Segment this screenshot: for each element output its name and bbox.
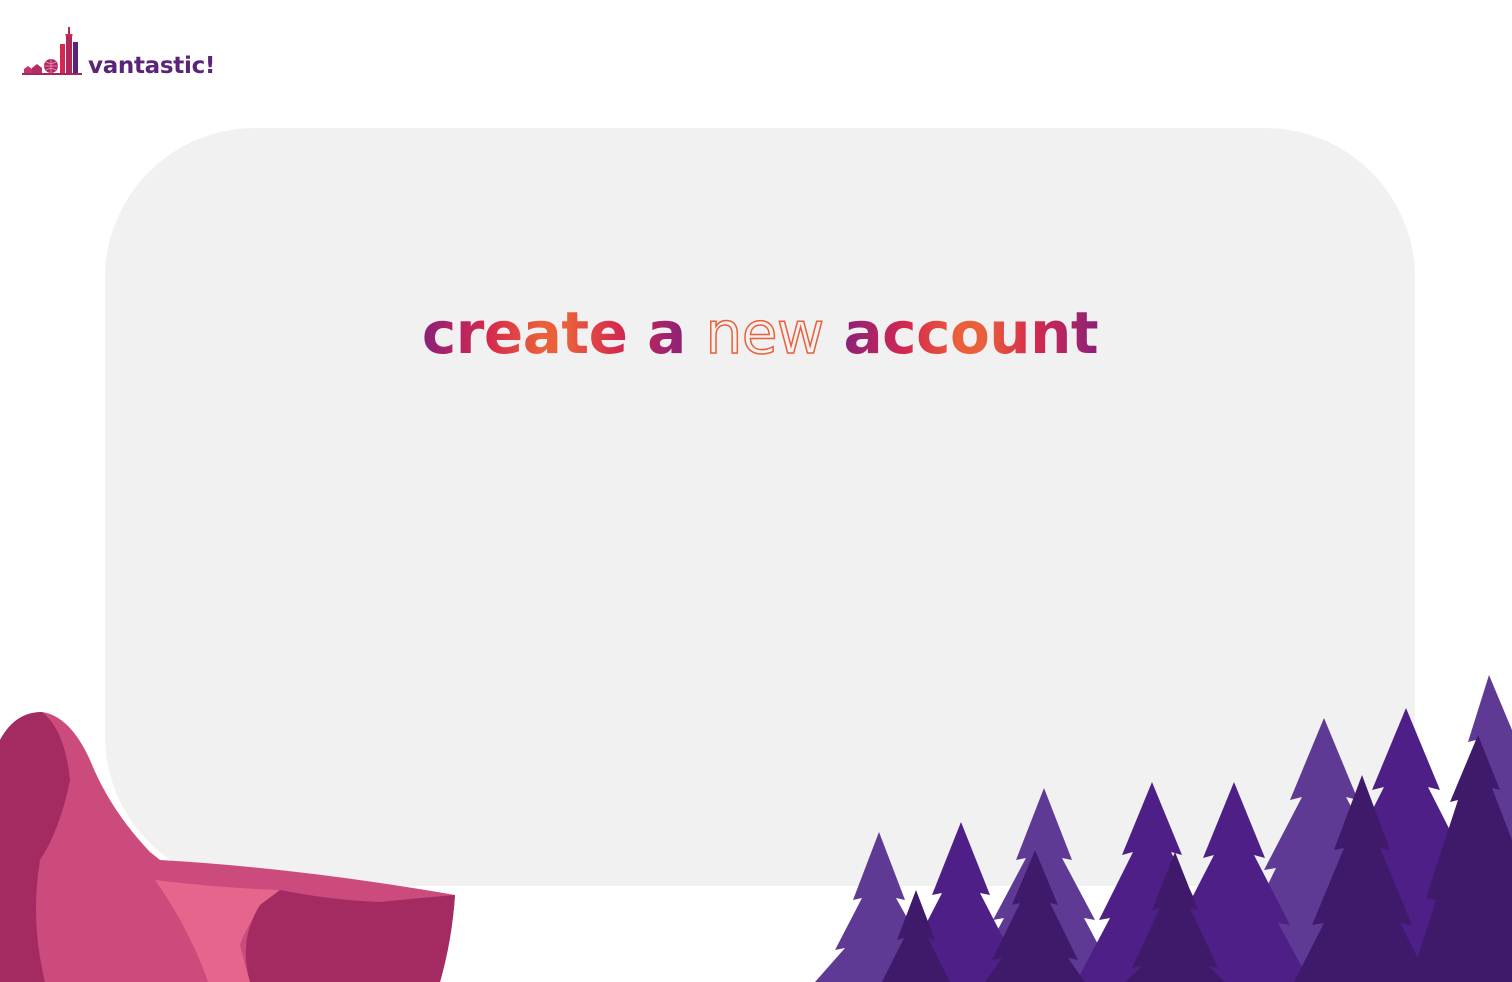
city-skyline-icon <box>22 27 82 75</box>
page-title: create a new account <box>105 298 1415 368</box>
signup-card <box>105 128 1415 886</box>
page: vantastic! create a new account <box>0 0 1512 982</box>
brand-name: vantastic! <box>88 53 216 79</box>
title-part-1: create a <box>421 299 686 367</box>
title-part-2: account <box>843 299 1099 367</box>
title-outlined-word: new <box>705 298 825 368</box>
brand-logo[interactable]: vantastic! <box>22 24 215 78</box>
